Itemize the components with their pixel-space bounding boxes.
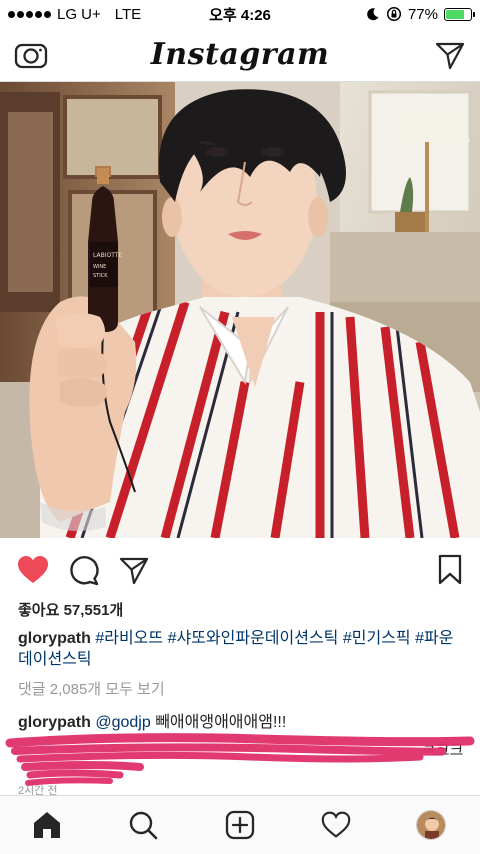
svg-text:LABIOTTE: LABIOTTE [93,252,122,259]
paper-plane-icon [435,42,465,70]
app-header: Instagram [0,28,480,82]
comment-button[interactable] [68,554,100,591]
direct-message-button[interactable] [434,39,466,76]
battery-icon [444,7,475,21]
moon-icon [367,8,379,21]
status-right: 77% [366,5,475,23]
svg-text:STICK: STICK [93,273,108,279]
signal-strength-icon [8,10,51,18]
hashtag[interactable]: #라비오뜨 [95,630,163,647]
camera-button[interactable] [14,39,48,76]
like-button[interactable] [16,554,50,591]
speech-bubble-icon [70,556,99,586]
redaction-scribble [5,733,475,786]
tab-home[interactable] [32,810,62,845]
view-all-comments-link[interactable]: 댓글 2,085개 모두 보기 [18,678,165,699]
heart-outline-icon [321,811,351,838]
hashtag[interactable]: #민기스픽 [343,630,411,647]
svg-text:WINE: WINE [93,264,106,270]
tab-profile-avatar[interactable] [416,810,446,840]
camera-icon [14,43,48,69]
carrier-label: LG U+ [57,5,101,23]
post-actions [0,546,480,592]
bottom-tab-bar [0,795,480,854]
status-left: LG U+ LTE [8,6,141,23]
tab-search[interactable] [128,810,158,845]
share-button[interactable] [118,554,150,591]
likes-count[interactable]: 좋아요 57,551개 [18,599,123,620]
post-photo[interactable]: LABIOTTE WINE STICK [0,82,480,538]
caption-username[interactable]: glorypath [18,630,91,647]
instagram-logo: Instagram [150,37,330,72]
post-caption: glorypath #라비오뜨 #샤또와인파운데이션스틱 #민기스픽 #파운데이… [18,628,468,670]
avatar-image [417,811,445,839]
tab-activity[interactable] [321,810,351,845]
hashtag[interactable]: #샤또와인파운데이션스틱 [168,630,339,647]
tab-new-post[interactable] [225,810,255,845]
paper-plane-icon [119,557,149,585]
network-label: LTE [114,5,142,23]
rotation-lock-icon [386,6,402,22]
heart-filled-icon [18,556,48,583]
save-button[interactable] [436,554,464,591]
plus-square-icon [225,810,255,840]
post-photo-illustration: LABIOTTE WINE STICK [0,82,480,538]
battery-percent: 77% [407,5,438,23]
status-bar: LG U+ LTE 오후 4:26 77% [0,0,480,28]
search-icon [129,811,158,840]
home-icon [34,812,60,838]
bookmark-icon [438,554,462,585]
